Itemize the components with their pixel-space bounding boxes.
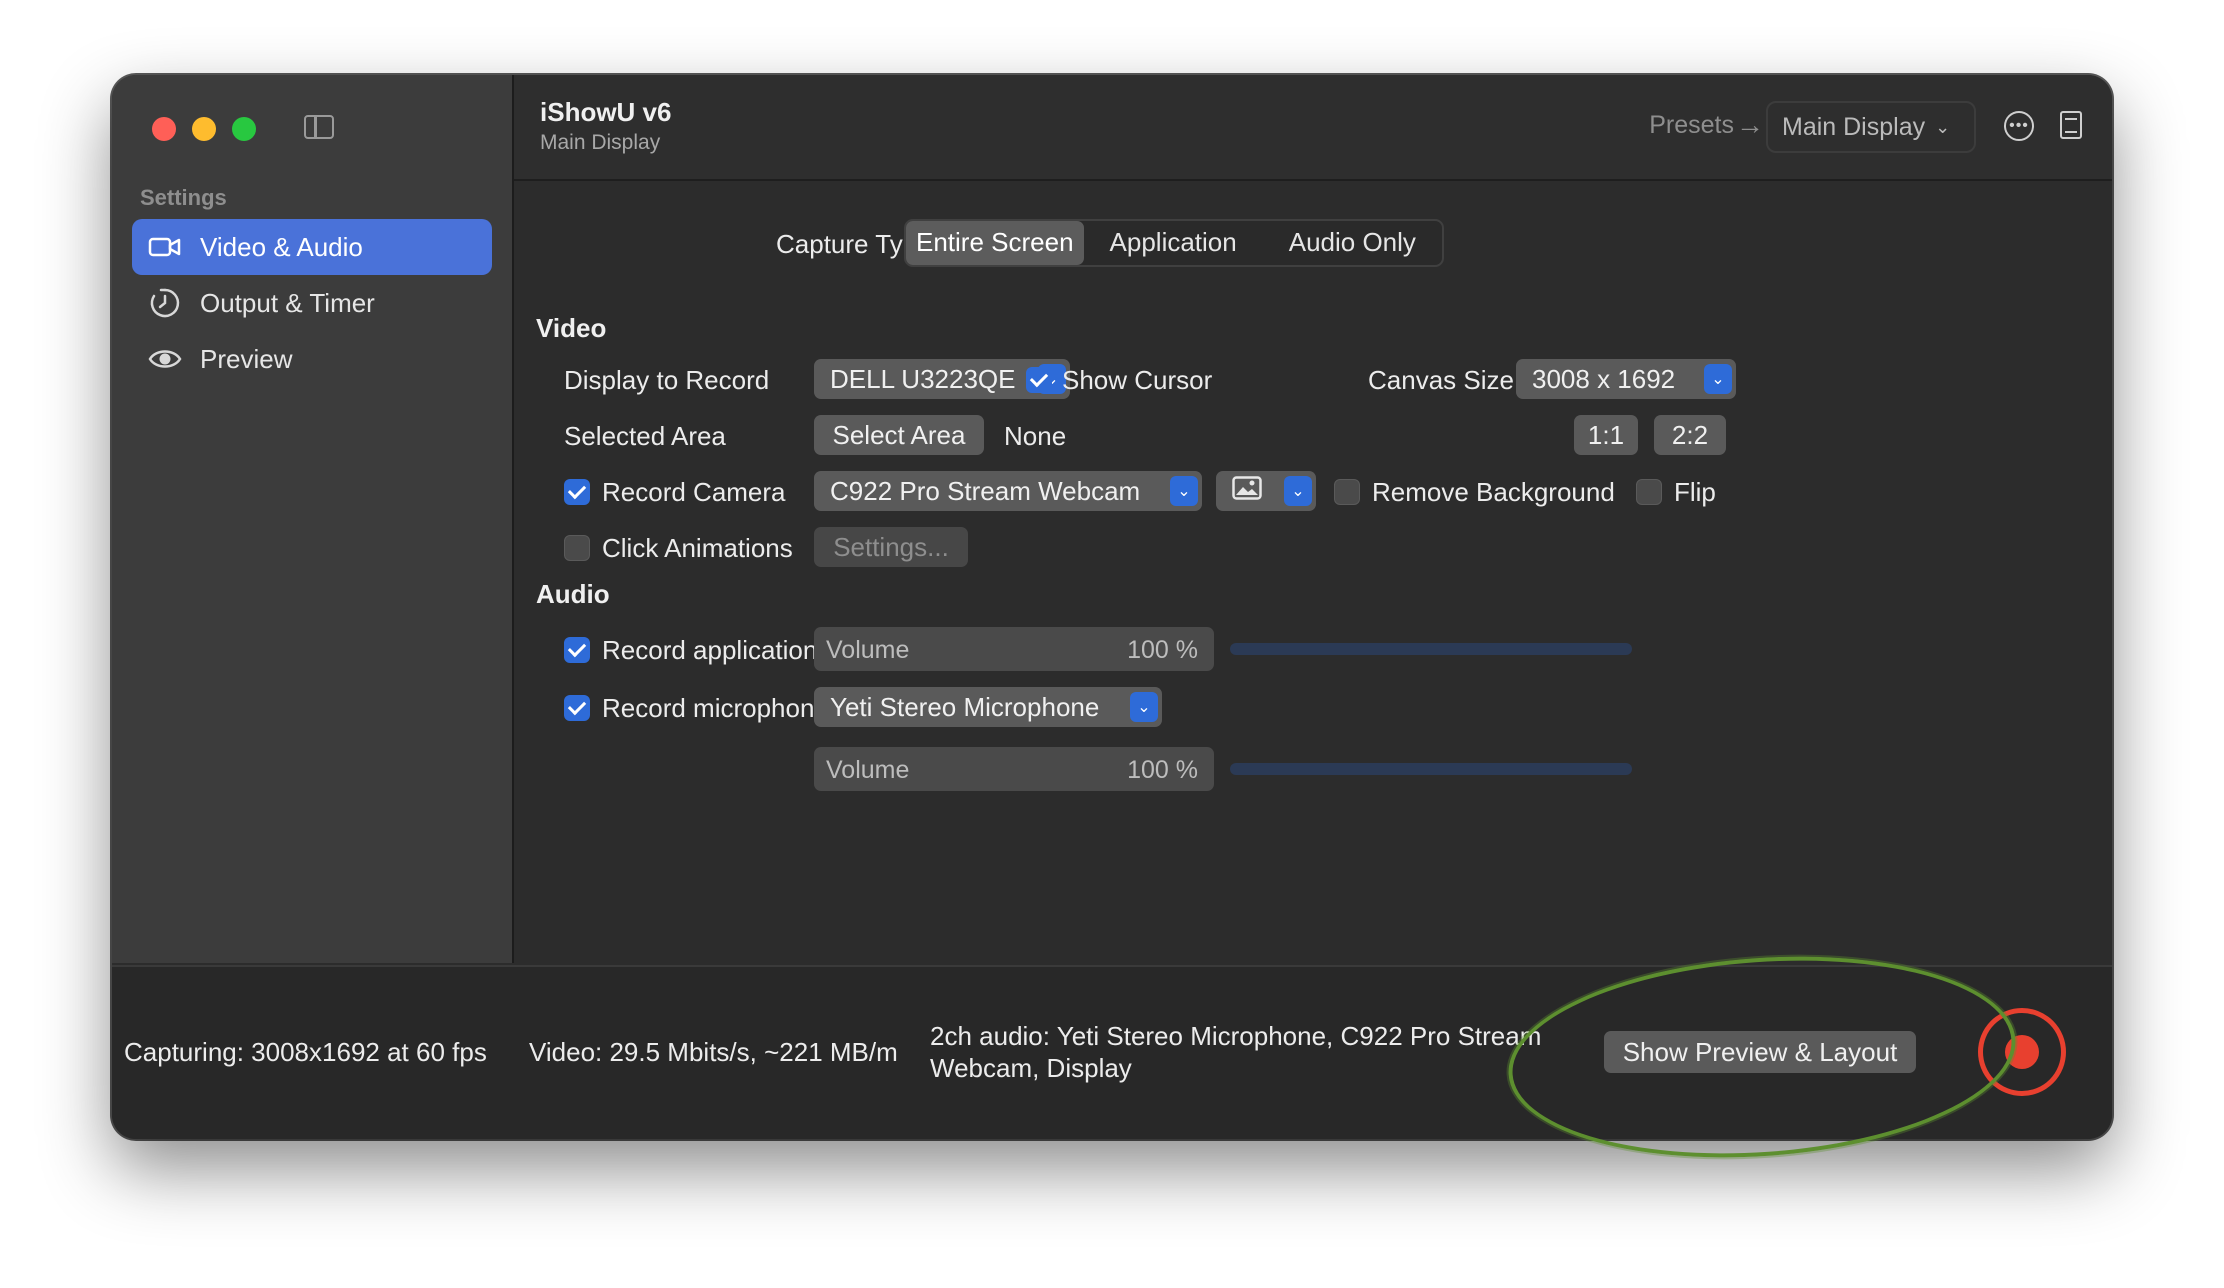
volume-value: 100 % <box>1127 636 1198 664</box>
record-microphone-label: Record microphone <box>602 693 829 723</box>
title-bar: iShowU v6 Main Display Presets → Main Di… <box>514 75 2112 181</box>
record-camera-checkbox[interactable] <box>564 479 590 505</box>
remove-background-label: Remove Background <box>1372 477 1615 507</box>
volume-label: Volume <box>826 636 910 664</box>
close-window-button[interactable] <box>152 117 176 141</box>
sidebar-item-video-audio[interactable]: Video & Audio <box>132 219 492 275</box>
chevron-down-icon: ⌄ <box>1170 476 1198 506</box>
document-icon[interactable] <box>2060 111 2082 139</box>
video-section-heading: Video <box>536 313 607 343</box>
microphone-value: Yeti Stereo Microphone <box>830 691 1100 722</box>
sidebar-toggle-icon[interactable] <box>304 115 334 139</box>
minimize-window-button[interactable] <box>192 117 216 141</box>
remove-background-checkbox[interactable] <box>1334 479 1360 505</box>
selected-area-label: Selected Area <box>564 421 726 451</box>
capture-type-segmented-control: Entire Screen Application Audio Only <box>904 219 1444 267</box>
volume-label: Volume <box>826 756 910 784</box>
image-icon <box>1232 475 1262 507</box>
capture-type-audio-only[interactable]: Audio Only <box>1263 221 1442 265</box>
sidebar: Settings Video & Audio Output & Timer Pr… <box>112 75 514 963</box>
app-audio-level-meter <box>1230 643 1632 655</box>
selected-area-value: None <box>1004 421 1067 451</box>
chevron-down-icon: ⌄ <box>1284 476 1312 506</box>
canvas-size-select[interactable]: 3008 x 1692 ⌄ <box>1516 359 1736 399</box>
scale-2-2-button[interactable]: 2:2 <box>1654 415 1726 455</box>
chevron-down-icon: ⌄ <box>1704 364 1732 394</box>
display-to-record-label: Display to Record <box>564 365 770 395</box>
click-animations-checkbox[interactable] <box>564 535 590 561</box>
audio-status-line-2: Webcam, Display <box>930 1053 1132 1083</box>
record-app-audio-checkbox[interactable] <box>564 637 590 663</box>
display-to-record-value: DELL U3223QE <box>830 363 1016 394</box>
audio-section-heading: Audio <box>536 579 610 609</box>
sidebar-item-label: Video & Audio <box>200 231 363 262</box>
microphone-level-meter <box>1230 763 1632 775</box>
click-animations-settings-button[interactable]: Settings... <box>814 527 968 567</box>
app-subtitle: Main Display <box>540 131 661 154</box>
app-audio-volume-field[interactable]: Volume 100 % <box>814 627 1214 671</box>
video-bitrate-status: Video: 29.5 Mbits/s, ~221 MB/m <box>529 1037 898 1067</box>
microphone-volume-field[interactable]: Volume 100 % <box>814 747 1214 791</box>
canvas-size-label: Canvas Size <box>1368 365 1514 395</box>
select-area-button[interactable]: Select Area <box>814 415 984 455</box>
timer-icon <box>148 286 182 320</box>
display-selector-label: Main Display <box>1782 112 1926 141</box>
camera-select[interactable]: C922 Pro Stream Webcam ⌄ <box>814 471 1202 511</box>
chevron-down-icon: ⌄ <box>1935 116 1951 137</box>
record-camera-label: Record Camera <box>602 477 786 507</box>
flip-label: Flip <box>1674 477 1716 507</box>
capture-type-entire-screen[interactable]: Entire Screen <box>906 221 1084 265</box>
show-cursor-label: Show Cursor <box>1062 365 1213 395</box>
sidebar-item-preview[interactable]: Preview <box>132 331 492 387</box>
chevron-down-icon: ⌄ <box>1130 692 1158 722</box>
video-audio-settings: Capture Type Entire Screen Application A… <box>514 181 2112 963</box>
flip-checkbox[interactable] <box>1636 479 1662 505</box>
audio-status-line-1: 2ch audio: Yeti Stereo Microphone, C922 … <box>930 1021 1542 1051</box>
scale-1-1-button[interactable]: 1:1 <box>1574 415 1638 455</box>
display-selector[interactable]: Main Display ⌄ <box>1766 101 1976 153</box>
camera-value: C922 Pro Stream Webcam <box>830 475 1141 506</box>
app-title: iShowU v6 <box>540 97 672 127</box>
sidebar-heading: Settings <box>140 185 227 210</box>
click-animations-label: Click Animations <box>602 533 793 563</box>
microphone-select[interactable]: Yeti Stereo Microphone ⌄ <box>814 687 1162 727</box>
arrow-right-icon[interactable]: → <box>1736 109 1764 141</box>
more-options-icon[interactable]: ••• <box>2004 111 2034 141</box>
canvas-size-value: 3008 x 1692 <box>1532 363 1676 394</box>
record-microphone-checkbox[interactable] <box>564 695 590 721</box>
eye-icon <box>148 342 182 376</box>
video-camera-icon <box>148 230 182 264</box>
capture-type-application[interactable]: Application <box>1084 221 1263 265</box>
sidebar-item-label: Output & Timer <box>200 287 375 318</box>
camera-overlay-select[interactable]: ⌄ <box>1216 471 1316 511</box>
capturing-status: Capturing: 3008x1692 at 60 fps <box>124 1037 487 1067</box>
maximize-window-button[interactable] <box>232 117 256 141</box>
sidebar-item-label: Preview <box>200 343 293 374</box>
sidebar-item-output-timer[interactable]: Output & Timer <box>132 275 492 331</box>
show-cursor-checkbox[interactable] <box>1026 367 1052 393</box>
presets-button[interactable]: Presets <box>1649 111 1734 140</box>
volume-value: 100 % <box>1127 756 1198 784</box>
